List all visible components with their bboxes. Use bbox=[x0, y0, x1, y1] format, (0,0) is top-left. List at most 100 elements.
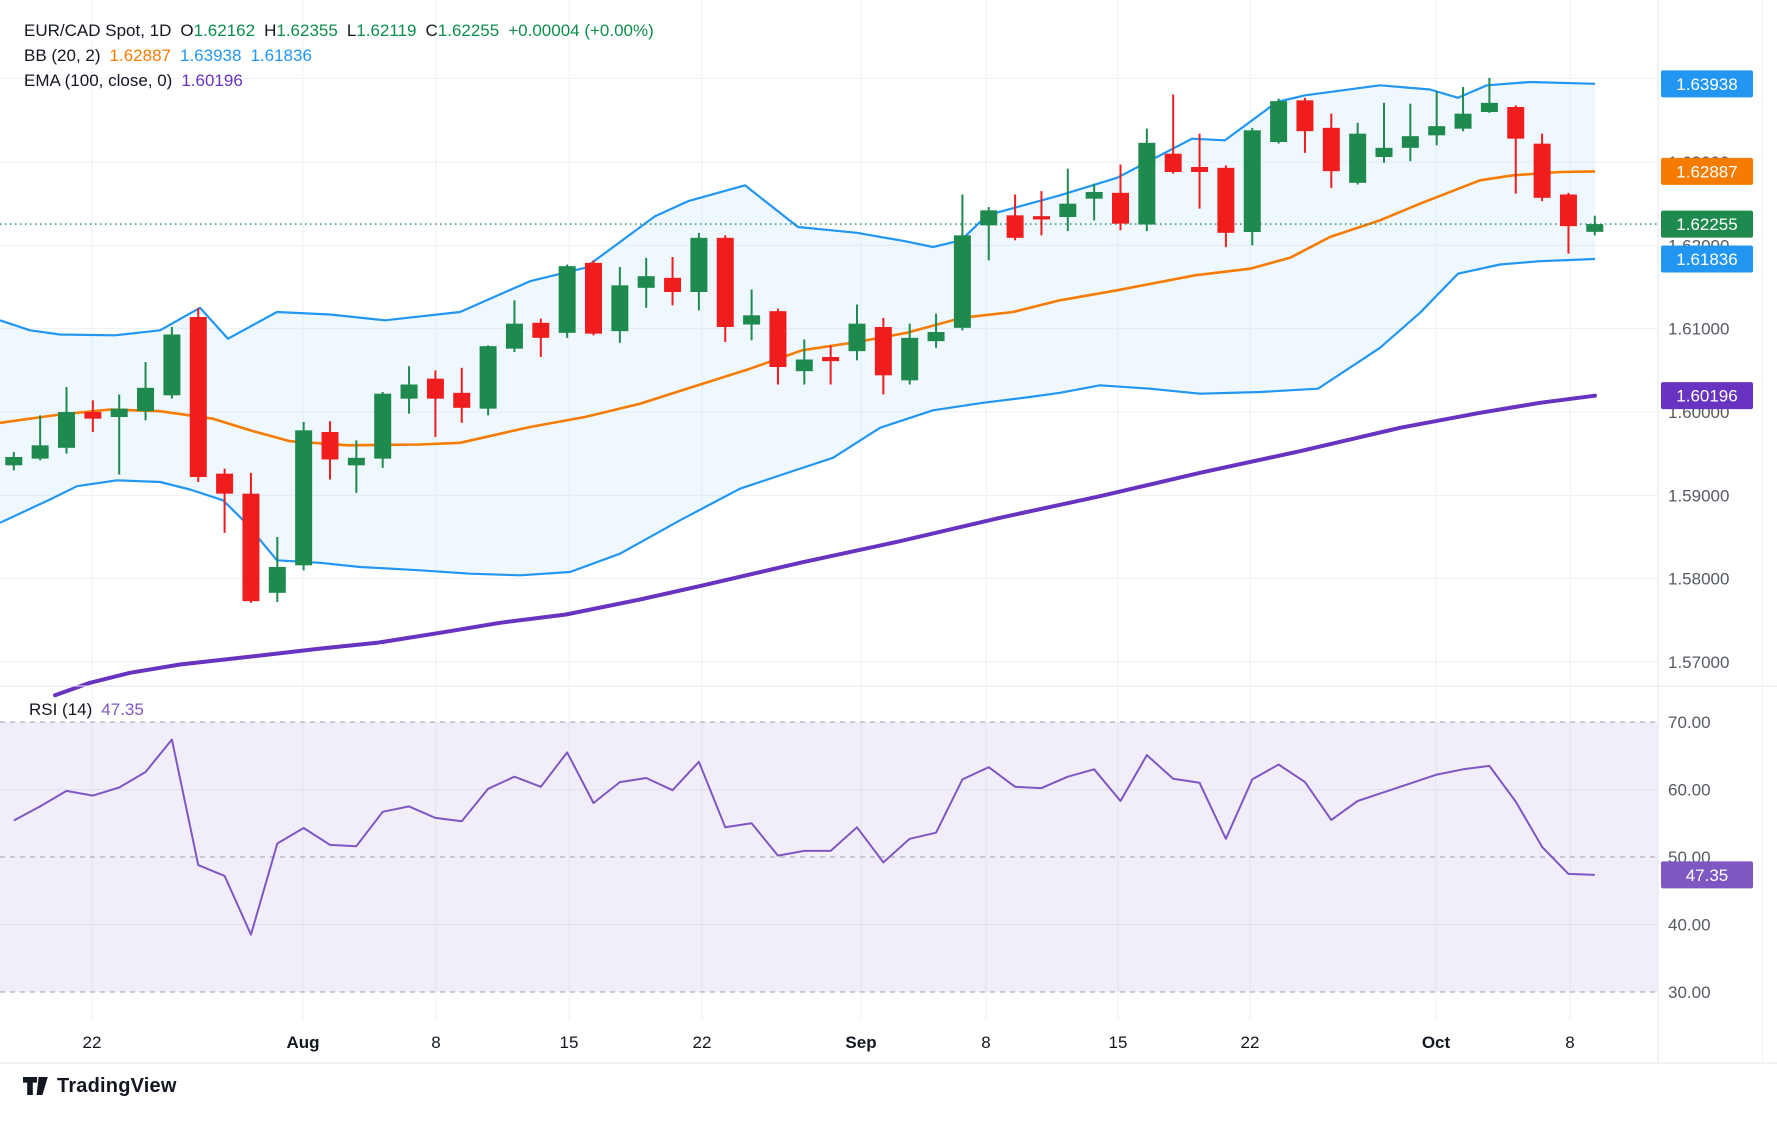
ohlc-high-value: 1.62355 bbox=[276, 21, 337, 40]
candle-up[interactable] bbox=[796, 359, 813, 371]
time-axis-label[interactable]: 22 bbox=[83, 1033, 102, 1052]
ohlc-close-value: 1.62255 bbox=[438, 21, 499, 40]
candle-down[interactable] bbox=[1323, 128, 1340, 171]
candle-down[interactable] bbox=[1534, 144, 1551, 198]
candle-up[interactable] bbox=[1086, 192, 1103, 199]
candle-up[interactable] bbox=[1455, 114, 1472, 129]
time-axis-label[interactable]: 15 bbox=[1109, 1033, 1128, 1052]
candle-up[interactable] bbox=[401, 384, 418, 398]
candle-down[interactable] bbox=[84, 412, 101, 419]
rsi-axis-label[interactable]: 70.00 bbox=[1668, 713, 1711, 732]
candle-up[interactable] bbox=[1428, 126, 1445, 135]
ohlc-close-label: C bbox=[425, 21, 437, 40]
time-axis-label[interactable]: Sep bbox=[845, 1033, 876, 1052]
candle-down[interactable] bbox=[427, 379, 444, 399]
ohlc-high-label: H bbox=[264, 21, 276, 40]
legend-row-symbol: EUR/CAD Spot, 1DO1.62162H1.62355L1.62119… bbox=[24, 18, 654, 43]
candle-up[interactable] bbox=[348, 458, 365, 465]
candle-up[interactable] bbox=[559, 266, 576, 333]
candle-up[interactable] bbox=[163, 334, 180, 395]
candle-up[interactable] bbox=[111, 409, 128, 417]
time-axis-label[interactable]: 22 bbox=[1241, 1033, 1260, 1052]
candle-up[interactable] bbox=[295, 430, 312, 565]
candle-up[interactable] bbox=[849, 324, 866, 351]
candle-up[interactable] bbox=[954, 235, 971, 327]
axis-price-badge-label: 1.63938 bbox=[1676, 75, 1737, 94]
candle-up[interactable] bbox=[901, 338, 918, 380]
candle-down[interactable] bbox=[453, 393, 470, 408]
candle-up[interactable] bbox=[1481, 103, 1498, 112]
rsi-axis-label[interactable]: 40.00 bbox=[1668, 916, 1711, 935]
candle-up[interactable] bbox=[480, 346, 497, 408]
candle-up[interactable] bbox=[5, 457, 22, 465]
candle-down[interactable] bbox=[585, 263, 602, 334]
ema-indicator-label[interactable]: EMA (100, close, 0) bbox=[24, 71, 172, 90]
candle-up[interactable] bbox=[269, 567, 286, 593]
candle-up[interactable] bbox=[1376, 148, 1393, 157]
chart-canvas[interactable]: 1.630001.620001.610001.600001.590001.580… bbox=[0, 0, 1777, 1124]
time-axis-label[interactable]: 22 bbox=[693, 1033, 712, 1052]
time-axis-label[interactable]: 8 bbox=[431, 1033, 440, 1052]
candle-up[interactable] bbox=[743, 315, 760, 324]
candle-up[interactable] bbox=[137, 388, 154, 411]
ohlc-low-label: L bbox=[347, 21, 356, 40]
candle-up[interactable] bbox=[374, 394, 391, 459]
time-axis-label[interactable]: 15 bbox=[560, 1033, 579, 1052]
candle-down[interactable] bbox=[322, 432, 339, 459]
candle-up[interactable] bbox=[690, 238, 707, 292]
candle-down[interactable] bbox=[190, 317, 207, 477]
candle-up[interactable] bbox=[32, 445, 49, 458]
candle-down[interactable] bbox=[1560, 194, 1577, 226]
tradingview-branding[interactable]: TradingView bbox=[22, 1074, 177, 1098]
candle-up[interactable] bbox=[1059, 204, 1076, 217]
candle-up[interactable] bbox=[1270, 101, 1287, 142]
rsi-legend[interactable]: RSI (14)47.35 bbox=[29, 700, 144, 720]
candle-up[interactable] bbox=[611, 285, 628, 331]
candle-up[interactable] bbox=[638, 276, 655, 288]
rsi-axis-label[interactable]: 30.00 bbox=[1668, 983, 1711, 1002]
bb-indicator-label[interactable]: BB (20, 2) bbox=[24, 46, 101, 65]
candle-up[interactable] bbox=[928, 332, 945, 341]
candle-down[interactable] bbox=[1217, 168, 1234, 233]
time-axis-label[interactable]: 8 bbox=[981, 1033, 990, 1052]
tradingview-chart-window: 1.630001.620001.610001.600001.590001.580… bbox=[0, 0, 1777, 1124]
ohlc-low-value: 1.62119 bbox=[356, 21, 416, 40]
candle-down[interactable] bbox=[822, 357, 839, 361]
candle-up[interactable] bbox=[1138, 143, 1155, 225]
candle-down[interactable] bbox=[1191, 167, 1208, 172]
time-axis-label[interactable]: Oct bbox=[1422, 1033, 1451, 1052]
price-axis-label[interactable]: 1.61000 bbox=[1668, 320, 1729, 339]
rsi-axis-label[interactable]: 60.00 bbox=[1668, 781, 1711, 800]
symbol-title[interactable]: EUR/CAD Spot, 1D bbox=[24, 21, 171, 40]
candle-up[interactable] bbox=[980, 210, 997, 225]
candle-down[interactable] bbox=[242, 494, 259, 601]
candle-down[interactable] bbox=[875, 327, 892, 375]
candle-up[interactable] bbox=[1244, 130, 1261, 232]
price-axis-label[interactable]: 1.59000 bbox=[1668, 486, 1729, 505]
candle-down[interactable] bbox=[1296, 100, 1313, 131]
candle-up[interactable] bbox=[1349, 134, 1366, 183]
rsi-indicator-label[interactable]: RSI (14) bbox=[29, 700, 92, 719]
price-axis-label[interactable]: 1.58000 bbox=[1668, 570, 1729, 589]
candle-up[interactable] bbox=[506, 324, 523, 349]
candle-up[interactable] bbox=[58, 412, 75, 448]
candle-down[interactable] bbox=[1112, 193, 1129, 224]
chart-legend[interactable]: EUR/CAD Spot, 1DO1.62162H1.62355L1.62119… bbox=[24, 18, 654, 93]
axis-price-badge-label: 1.62255 bbox=[1676, 215, 1737, 234]
time-axis-label[interactable]: 8 bbox=[1565, 1033, 1574, 1052]
candle-down[interactable] bbox=[664, 278, 681, 292]
ohlc-open-label: O bbox=[180, 21, 193, 40]
candle-down[interactable] bbox=[717, 238, 734, 327]
candle-down[interactable] bbox=[1165, 154, 1182, 172]
candle-down[interactable] bbox=[1007, 215, 1024, 237]
price-axis-label[interactable]: 1.57000 bbox=[1668, 653, 1729, 672]
time-axis-label[interactable]: Aug bbox=[286, 1033, 319, 1052]
candle-down[interactable] bbox=[1033, 216, 1050, 219]
candle-down[interactable] bbox=[769, 311, 786, 367]
candle-up[interactable] bbox=[1586, 224, 1603, 232]
candle-down[interactable] bbox=[532, 323, 549, 338]
bb-basis-value: 1.62887 bbox=[110, 46, 171, 65]
candle-up[interactable] bbox=[1402, 136, 1419, 148]
candle-down[interactable] bbox=[1507, 107, 1524, 139]
candle-down[interactable] bbox=[216, 474, 233, 494]
